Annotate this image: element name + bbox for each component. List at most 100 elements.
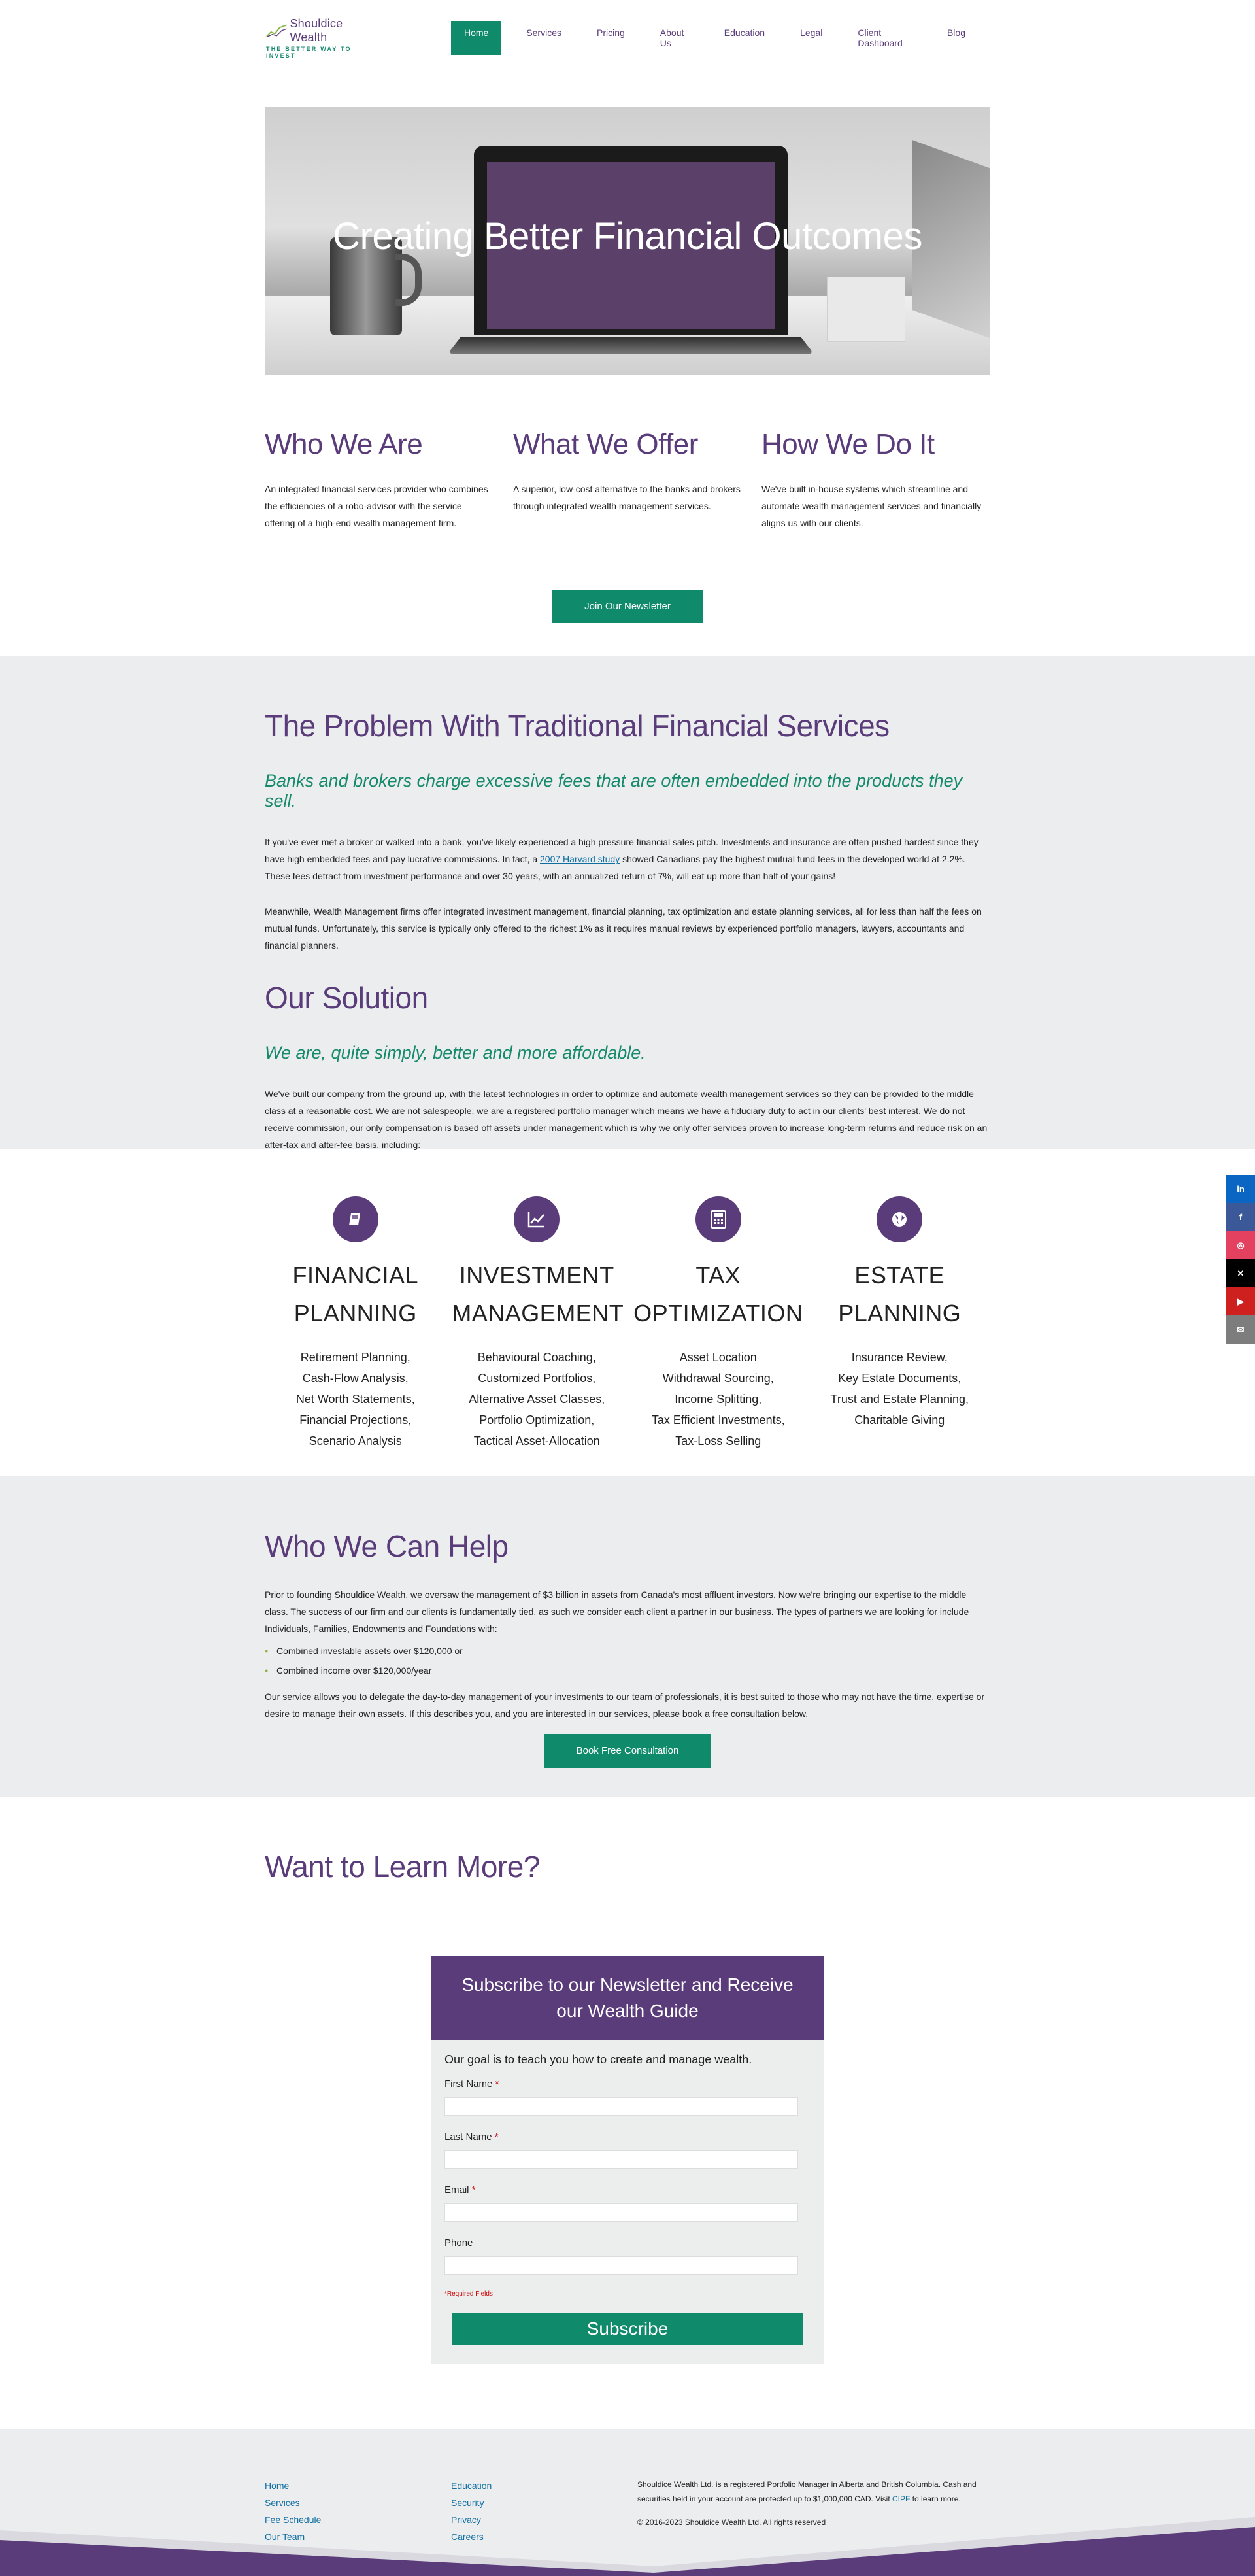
intro-heading: How We Do It [761,428,935,460]
cipf-link[interactable]: CIPF [892,2494,910,2503]
service-title-line: OPTIMIZATION [633,1300,803,1327]
nav-legal[interactable]: Legal [790,21,833,55]
field-label-text: Email [444,2184,469,2195]
footer-registration-text: Shouldice Wealth Ltd. is a registered Po… [637,2477,990,2506]
site-footer: Home Services Fee Schedule Our Team Educ… [0,2429,1255,2576]
copyright: © 2016-2023 Shouldice Wealth Ltd. All ri… [637,2518,826,2527]
first-name-input[interactable] [444,2097,798,2116]
chart-line-icon [514,1196,560,1242]
help-title: Who We Can Help [265,1529,509,1563]
subscribe-button[interactable]: Subscribe [452,2313,803,2345]
service-title-line: TAX [695,1262,741,1289]
service-list: Retirement Planning, Cash-Flow Analysis,… [271,1347,441,1451]
help-paragraph-1: Prior to founding Shouldice Wealth, we o… [265,1589,969,1634]
footer-link-education[interactable]: Education [451,2477,637,2494]
services-section: FINANCIAL PLANNING Retirement Planning, C… [0,1149,1255,1476]
list-item: Net Worth Statements, [295,1393,415,1406]
newsletter-form: Subscribe to our Newsletter and Receive … [431,1956,824,2364]
list-item: Combined investable assets over $120,000… [265,1641,990,1661]
list-item: Financial Projections, [299,1414,412,1427]
x-icon[interactable]: ✕ [1226,1259,1255,1287]
footer-link-home[interactable]: Home [265,2477,451,2494]
list-item: Trust and Estate Planning, [830,1393,969,1406]
book-consultation-button[interactable]: Book Free Consultation [544,1734,711,1768]
intro-heading: Who We Are [265,428,423,460]
intro-what-we-offer: What We Offer A superior, low-cost alter… [513,428,742,532]
service-list: Asset Location Withdrawal Sourcing, Inco… [633,1347,803,1451]
nav-pricing[interactable]: Pricing [586,21,635,55]
email-label: Email * [444,2184,811,2195]
list-item: Asset Location [679,1351,757,1364]
list-item: Tax Efficient Investments, [651,1414,785,1427]
service-title: INVESTMENT MANAGEMENT [452,1257,624,1332]
harvard-study-link[interactable]: 2007 Harvard study [540,854,620,864]
learn-more-section: Want to Learn More? Subscribe to our New… [0,1797,1255,2426]
site-header: Shouldice Wealth THE BETTER WAY TO INVES… [0,0,1255,75]
footer-link-careers[interactable]: Careers [451,2528,637,2545]
nav-home[interactable]: Home [450,20,502,55]
field-label-text: Last Name [444,2131,492,2143]
intro-text: A superior, low-cost alternative to the … [513,484,741,511]
phone-input[interactable] [444,2256,798,2275]
footer-link-our-team[interactable]: Our Team [265,2528,451,2545]
intro-how-we-do-it: How We Do It We've built in-house system… [761,428,990,532]
book-icon [332,1196,378,1242]
service-title: ESTATE PLANNING [814,1257,984,1332]
service-estate-planning: ESTATE PLANNING Insurance Review, Key Est… [814,1196,984,1451]
nav-blog[interactable]: Blog [937,21,976,55]
nav-education[interactable]: Education [714,21,775,55]
footer-disclaimer: Shouldice Wealth Ltd. is a registered Po… [637,2477,990,2545]
service-financial-planning: FINANCIAL PLANNING Retirement Planning, C… [271,1196,441,1451]
last-name-input[interactable] [444,2150,798,2169]
service-tax-optimization: TAX OPTIMIZATION Asset Location Withdrawa… [633,1196,803,1451]
footer-link-privacy[interactable]: Privacy [451,2511,637,2528]
footer-link-services[interactable]: Services [265,2494,451,2511]
list-item: Tactical Asset-Allocation [473,1434,600,1448]
instagram-icon[interactable]: ◎ [1226,1231,1255,1259]
hero-image-mug-handle [395,254,422,306]
nav-about-us[interactable]: About Us [650,21,699,55]
service-title-line: PLANNING [293,1300,417,1327]
youtube-icon[interactable]: ▶ [1226,1287,1255,1315]
list-item: Cash-Flow Analysis, [302,1372,409,1385]
help-section: Who We Can Help Prior to founding Should… [0,1476,1255,1797]
first-name-field-group: First Name * [444,2078,811,2116]
help-criteria-list: Combined investable assets over $120,000… [265,1641,990,1680]
intro-columns: Who We Are An integrated financial servi… [265,428,990,532]
footer-link-security[interactable]: Security [451,2494,637,2511]
help-paragraph-2: Our service allows you to delegate the d… [265,1691,985,1719]
service-title-line: FINANCIAL [292,1262,419,1289]
list-item: Key Estate Documents, [838,1372,962,1385]
last-name-label: Last Name * [444,2131,811,2143]
facebook-icon[interactable]: f [1226,1203,1255,1231]
nav-services[interactable]: Services [516,21,572,55]
required-mark: * [495,2078,499,2090]
logo-tagline: THE BETTER WAY TO INVEST [266,45,352,59]
hero-banner: Creating Better Financial Outcomes [265,107,990,375]
form-lead: Our goal is to teach you how to create a… [444,2053,752,2066]
logo[interactable]: Shouldice Wealth THE BETTER WAY TO INVES… [266,17,379,59]
required-fields-note: *Required Fields [444,2290,493,2297]
join-newsletter-button[interactable]: Join Our Newsletter [552,590,703,623]
phone-field-group: Phone [444,2237,811,2275]
list-item: Charitable Giving [854,1414,945,1427]
list-item: Insurance Review, [851,1351,948,1364]
solution-paragraph: We've built our company from the ground … [265,1089,988,1150]
nav-client-dashboard[interactable]: Client Dashboard [847,21,922,55]
footer-text: to learn more. [910,2494,961,2503]
footer-link-fee-schedule[interactable]: Fee Schedule [265,2511,451,2528]
globe-icon [877,1196,923,1242]
service-investment-management: INVESTMENT MANAGEMENT Behavioural Coachin… [452,1196,624,1451]
intro-text: An integrated financial services provide… [265,484,488,528]
list-item: Withdrawal Sourcing, [662,1372,774,1385]
service-title: FINANCIAL PLANNING [271,1257,441,1332]
footer-links-col-2: Education Security Privacy Careers [451,2477,637,2545]
email-icon[interactable]: ✉ [1226,1315,1255,1344]
hero-image-box [827,277,905,342]
service-title-line: MANAGEMENT [452,1300,624,1327]
problem-subtitle: Banks and brokers charge excessive fees … [265,771,963,811]
linkedin-icon[interactable]: in [1226,1175,1255,1203]
list-item: Customized Portfolios, [478,1372,596,1385]
email-input[interactable] [444,2203,798,2222]
service-list: Behavioural Coaching, Customized Portfol… [452,1347,622,1451]
